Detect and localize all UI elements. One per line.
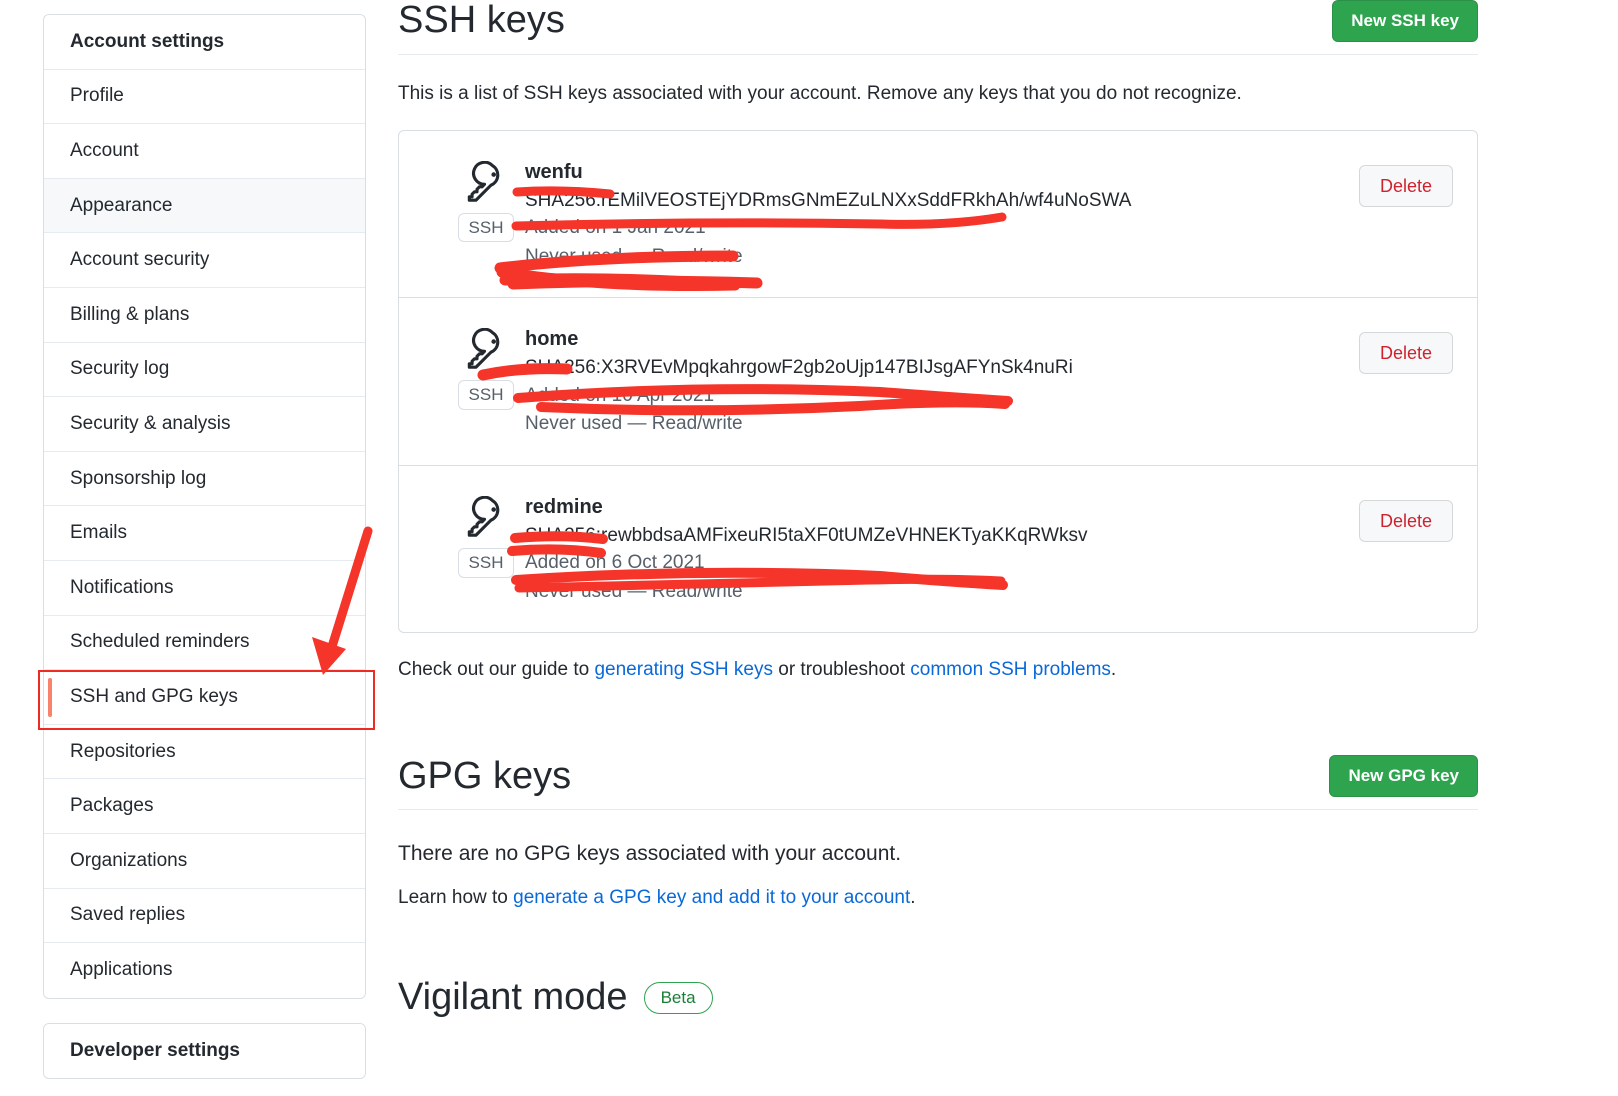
- sidebar-item-label: Security log: [70, 358, 170, 380]
- sidebar-item-label: Applications: [70, 959, 173, 981]
- ssh-keys-description: This is a list of SSH keys associated wi…: [398, 83, 1242, 104]
- sidebar-item-label: SSH and GPG keys: [70, 685, 238, 707]
- sidebar-item-emails[interactable]: Emails: [44, 506, 365, 561]
- gpg-keys-section: GPG keys New GPG key There are no GPG ke…: [398, 755, 1478, 909]
- key-added-date: Added on 10 Apr 2021: [525, 384, 715, 406]
- guide-suffix: .: [1110, 659, 1117, 681]
- key-title: wenfu: [525, 160, 583, 183]
- sidebar-item-organizations[interactable]: Organizations: [44, 833, 365, 889]
- sidebar-item-applications[interactable]: Applications: [44, 943, 365, 998]
- ssh-type-badge: SSH: [457, 212, 515, 243]
- ssh-guide-text: Check out our guide to generating SSH ke…: [398, 659, 1478, 681]
- key-info: home SHA256:X3RVEvMpqkahrgowF2gb2oUjp147B…: [523, 326, 1359, 439]
- delete-key-button[interactable]: Delete: [1358, 499, 1453, 542]
- sidebar-item-label: Saved replies: [70, 904, 186, 926]
- vigilant-mode-section: Vigilant mode Beta: [398, 977, 1478, 1019]
- delete-key-button[interactable]: Delete: [1358, 332, 1453, 375]
- sidebar-item-account-security[interactable]: Account security: [44, 233, 365, 288]
- guide-middle: or troubleshoot: [772, 659, 911, 681]
- sidebar-item-label: Notifications: [70, 576, 174, 598]
- ssh-type-badge: SSH: [457, 380, 515, 410]
- sidebar-item-scheduled-reminders[interactable]: Scheduled reminders: [44, 615, 365, 671]
- key-icon: [467, 328, 500, 369]
- key-fingerprint: SHA256:rewbbdsaAMFixeuRI5taXF0tUMZeVHNEK…: [525, 524, 1088, 546]
- key-icon-column: SSH: [449, 494, 523, 578]
- gpg-learn-prefix: Learn how to: [398, 887, 514, 909]
- key-added-date: Added on 6 Oct 2021: [525, 552, 705, 574]
- generating-ssh-keys-link[interactable]: generating SSH keys: [594, 659, 773, 680]
- sidebar-header-developer-settings: Developer settings: [44, 1023, 365, 1079]
- key-icon-column: SSH: [449, 159, 523, 243]
- gpg-title: GPG keys: [398, 754, 572, 797]
- sidebar-item-label: Scheduled reminders: [70, 631, 250, 653]
- beta-badge: Beta: [643, 982, 713, 1015]
- sidebar-item-profile[interactable]: Profile: [44, 69, 365, 125]
- sidebar-item-label: Packages: [70, 795, 154, 817]
- sidebar-item-label: Billing & plans: [70, 303, 190, 325]
- sidebar-item-label: Repositories: [70, 740, 176, 762]
- sidebar-item-security-log[interactable]: Security log: [44, 342, 365, 398]
- sidebar-item-label: Account security: [70, 249, 210, 271]
- developer-settings-nav: Developer settings: [43, 1022, 366, 1080]
- sidebar-item-sponsorship-log[interactable]: Sponsorship log: [44, 451, 365, 507]
- delete-key-button[interactable]: Delete: [1358, 164, 1453, 207]
- sidebar-item-notifications[interactable]: Notifications: [44, 560, 365, 616]
- sidebar-item-label: Developer settings: [70, 1039, 240, 1061]
- key-usage-info: Never used — Read/write: [525, 580, 743, 602]
- vigilant-title: Vigilant mode: [398, 976, 628, 1019]
- page-title: SSH keys: [398, 0, 565, 42]
- sidebar-item-security-analysis[interactable]: Security & analysis: [44, 397, 365, 452]
- sidebar-header-account-settings: Account settings: [44, 15, 365, 70]
- new-gpg-key-button[interactable]: New GPG key: [1329, 755, 1478, 798]
- new-ssh-key-button[interactable]: New SSH key: [1332, 0, 1478, 42]
- gpg-learn-suffix: .: [910, 887, 916, 909]
- ssh-key-row: SSH home SHA256:X3RVEvMpqkahrgowF2gb2oUjp1…: [399, 298, 1477, 466]
- ssh-keys-list: SSH wenfu SHA256:rEMilVEOSTEjYDRmsGNmEZuLN…: [398, 129, 1478, 634]
- key-info: wenfu SHA256:rEMilVEOSTEjYDRmsGNmEZuLNXxS…: [523, 159, 1359, 272]
- main-content: SSH keys New SSH key This is a list of S…: [398, 0, 1478, 1019]
- sidebar-item-label: Account settings: [70, 30, 225, 52]
- sidebar-item-saved-replies[interactable]: Saved replies: [44, 888, 365, 944]
- key-icon: [467, 495, 500, 537]
- sidebar-item-label: Appearance: [70, 194, 173, 216]
- key-title: home: [525, 328, 579, 351]
- sidebar-item-label: Security & analysis: [70, 412, 231, 434]
- guide-prefix: Check out our guide to: [398, 659, 595, 681]
- key-fingerprint: SHA256:X3RVEvMpqkahrgowF2gb2oUjp147BIJsg…: [525, 357, 1073, 379]
- sidebar-item-repositories[interactable]: Repositories: [44, 724, 365, 780]
- sidebar-item-appearance[interactable]: Appearance: [44, 178, 365, 234]
- sidebar-item-account[interactable]: Account: [44, 124, 365, 179]
- sidebar-item-label: Emails: [70, 522, 128, 544]
- generate-gpg-key-link[interactable]: generate a GPG key and add it to your ac…: [513, 887, 910, 908]
- settings-sidebar: Account settings Profile Account Appearance…: [43, 14, 366, 1080]
- key-info: redmine SHA256:rewbbdsaAMFixeuRI5taXF0tUM…: [523, 494, 1359, 607]
- sidebar-item-ssh-and-gpg-keys[interactable]: SSH and GPG keys: [44, 670, 365, 725]
- account-settings-nav: Account settings Profile Account Appearance…: [43, 14, 366, 999]
- sidebar-item-packages[interactable]: Packages: [44, 779, 365, 834]
- sidebar-item-billing-plans[interactable]: Billing & plans: [44, 287, 365, 343]
- ssh-key-row: SSH wenfu SHA256:rEMilVEOSTEjYDRmsGNmEZuLN…: [399, 131, 1477, 299]
- key-usage-info: Never used — Read/write: [525, 245, 743, 267]
- key-icon-column: SSH: [449, 326, 523, 410]
- gpg-empty-message: There are no GPG keys associated with yo…: [398, 842, 902, 866]
- vigilant-title-wrap: Vigilant mode Beta: [398, 977, 1478, 1019]
- sidebar-item-label: Sponsorship log: [70, 467, 207, 489]
- key-icon: [467, 160, 500, 202]
- sidebar-item-label: Organizations: [70, 849, 188, 871]
- key-usage-info: Never used — Read/write: [525, 413, 743, 435]
- key-added-date: Added on 1 Jan 2021: [525, 217, 706, 239]
- gpg-keys-header: GPG keys New GPG key: [398, 754, 1478, 811]
- key-title: redmine: [525, 495, 603, 518]
- sidebar-item-label: Profile: [70, 85, 124, 107]
- key-fingerprint: SHA256:rEMilVEOSTEjYDRmsGNmEZuLNXxSddFRk…: [525, 189, 1132, 211]
- ssh-type-badge: SSH: [457, 547, 515, 578]
- sidebar-item-label: Account: [70, 139, 139, 161]
- common-ssh-problems-link[interactable]: common SSH problems: [910, 659, 1111, 680]
- ssh-key-row: SSH redmine SHA256:rewbbdsaAMFixeuRI5taXF0…: [399, 466, 1477, 633]
- ssh-keys-header: SSH keys New SSH key: [398, 0, 1478, 55]
- gpg-learn-text: Learn how to generate a GPG key and add …: [398, 887, 1478, 909]
- settings-page: Account settings Profile Account Appearance…: [0, 0, 1618, 1096]
